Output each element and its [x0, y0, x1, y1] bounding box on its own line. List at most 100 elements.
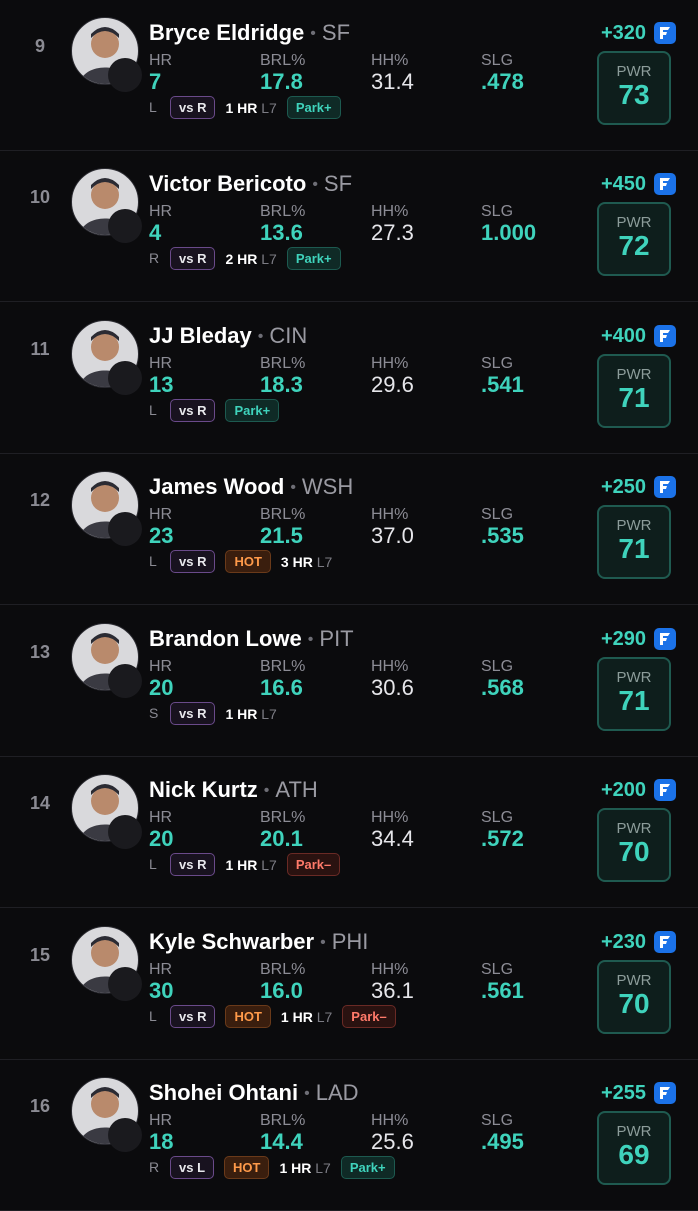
power-score-box: PWR 71	[597, 657, 671, 731]
team-logo-icon	[108, 1118, 142, 1152]
stat-hr-label: HR	[149, 809, 173, 826]
player-row[interactable]: 16 Shohei Ohtani • LAD HR 18 BRL% 14.4 HH% 25.6 SL…	[0, 1060, 698, 1211]
power-score-box: PWR 73	[597, 51, 671, 125]
sportsbook-icon[interactable]	[654, 325, 676, 347]
rank-number: 11	[30, 339, 50, 359]
power-score-box: PWR 69	[597, 1111, 671, 1185]
team-logo-icon	[108, 512, 142, 546]
stat-hr: HR 13	[149, 355, 173, 398]
sportsbook-icon[interactable]	[654, 173, 676, 195]
stat-hr-label: HR	[149, 1112, 173, 1129]
player-name: JJ Bleday	[149, 323, 252, 348]
stat-hh: HH% 27.3	[371, 203, 414, 246]
hr-odds[interactable]: +450	[601, 173, 646, 196]
hr-odds[interactable]: +255	[601, 1082, 646, 1105]
stat-brl: BRL% 21.5	[260, 506, 305, 549]
sportsbook-icon[interactable]	[654, 476, 676, 498]
stat-hh-label: HH%	[371, 658, 409, 675]
sportsbook-icon[interactable]	[654, 931, 676, 953]
power-score-label: PWR	[616, 669, 652, 686]
stat-slg-value: .541	[481, 372, 524, 397]
tag-line: vs R HOT 3 HR L7	[170, 550, 332, 573]
stat-hr: HR 20	[149, 658, 173, 701]
stat-slg-label: SLG	[481, 1112, 514, 1129]
player-row[interactable]: 13 Brandon Lowe • PIT HR 20 BRL% 16.6 HH% 30.6 SLG…	[0, 606, 698, 757]
player-name: Nick Kurtz	[149, 777, 258, 802]
team-logo-icon	[108, 58, 142, 92]
stat-hr-label: HR	[149, 961, 173, 978]
stat-hh-value: 29.6	[371, 372, 414, 397]
hr-odds[interactable]: +230	[601, 931, 646, 954]
sportsbook-icon[interactable]	[654, 22, 676, 44]
player-row[interactable]: 15 Kyle Schwarber • PHI HR 30 BRL% 16.0 HH% 36.1 S…	[0, 909, 698, 1060]
last-7-hr-count: 1 HR	[225, 99, 258, 116]
stat-slg: SLG .561	[481, 961, 524, 1004]
stat-hr-value: 20	[149, 826, 174, 851]
power-score-value: 73	[618, 79, 650, 110]
player-row[interactable]: 12 James Wood • WSH HR 23 BRL% 21.5 HH% 37.0 SLG .5…	[0, 454, 698, 605]
hr-odds[interactable]: +250	[601, 476, 646, 499]
stat-slg-value: .495	[481, 1129, 524, 1154]
stat-brl: BRL% 18.3	[260, 355, 305, 398]
power-score-label: PWR	[616, 1123, 652, 1140]
matchup-pill: vs R	[170, 1005, 216, 1028]
player-row[interactable]: 10 Victor Bericoto • SF HR 4 BRL% 13.6 HH% 27.3 SL…	[0, 151, 698, 302]
stat-hh-label: HH%	[371, 355, 409, 372]
stat-slg-label: SLG	[481, 355, 514, 372]
matchup-pill: vs R	[170, 399, 216, 422]
hot-badge: HOT	[225, 1005, 271, 1028]
sportsbook-icon[interactable]	[654, 779, 676, 801]
team-abbr: SF	[323, 171, 353, 196]
stat-hh-label: HH%	[371, 809, 409, 826]
player-name-line[interactable]: Brandon Lowe • PIT	[149, 626, 354, 652]
player-row[interactable]: 9 Bryce Eldridge • SF HR 7 BRL% 17.8 HH% 31.4 SLG.…	[0, 0, 698, 151]
player-name-line[interactable]: Nick Kurtz • ATH	[149, 777, 318, 803]
stat-hh-value: 36.1	[371, 978, 414, 1003]
power-score-label: PWR	[616, 820, 652, 837]
power-score-label: PWR	[616, 972, 652, 989]
tag-line: vs R 1 HR L7 Park+	[170, 96, 341, 119]
last-7-hr-count: 1 HR	[279, 1159, 312, 1176]
team-abbr: ATH	[275, 777, 318, 802]
team-abbr: PIT	[319, 626, 354, 651]
matchup-pill: vs R	[170, 550, 216, 573]
power-score-label: PWR	[616, 517, 652, 534]
player-name-line[interactable]: Victor Bericoto • SF	[149, 171, 352, 197]
player-row[interactable]: 11 JJ Bleday • CIN HR 13 BRL% 18.3 HH% 29.6 SLG .54…	[0, 303, 698, 454]
hr-odds[interactable]: +400	[601, 325, 646, 348]
player-name-line[interactable]: Kyle Schwarber • PHI	[149, 929, 368, 955]
player-name-line[interactable]: Bryce Eldridge • SF	[149, 20, 350, 46]
player-name-line[interactable]: Shohei Ohtani • LAD	[149, 1080, 359, 1106]
tag-line: vs R HOT 1 HR L7 Park–	[170, 1005, 396, 1028]
hot-badge: HOT	[224, 1156, 270, 1179]
stat-hr-label: HR	[149, 658, 173, 675]
stat-hh-value: 25.6	[371, 1129, 414, 1154]
hr-odds[interactable]: +320	[601, 22, 646, 45]
matchup-pill: vs R	[170, 96, 216, 119]
team-logo-icon	[108, 967, 142, 1001]
player-row[interactable]: 14 Nick Kurtz • ATH HR 20 BRL% 20.1 HH% 34.4 SLG .5…	[0, 757, 698, 908]
stat-hh-label: HH%	[371, 506, 409, 523]
sportsbook-icon[interactable]	[654, 628, 676, 650]
stat-brl-value: 17.8	[260, 69, 303, 94]
separator-dot: •	[320, 934, 326, 952]
stat-slg: SLG .541	[481, 355, 524, 398]
batter-hand: L	[149, 99, 157, 115]
player-name-line[interactable]: James Wood • WSH	[149, 474, 353, 500]
last-7-label: L7	[261, 856, 277, 873]
stat-hr-value: 23	[149, 523, 174, 548]
power-score-box: PWR 71	[597, 354, 671, 428]
hr-odds[interactable]: +290	[601, 628, 646, 651]
player-name-line[interactable]: JJ Bleday • CIN	[149, 323, 307, 349]
team-abbr: PHI	[331, 929, 369, 954]
stat-hr: HR 30	[149, 961, 173, 1004]
team-logo-icon	[108, 815, 142, 849]
sportsbook-icon[interactable]	[654, 1082, 676, 1104]
player-name: James Wood	[149, 474, 285, 499]
power-score-box: PWR 70	[597, 960, 671, 1034]
hr-odds[interactable]: +200	[601, 779, 646, 802]
stat-brl-label: BRL%	[260, 1112, 306, 1129]
park-factor-badge: Park+	[340, 1156, 395, 1179]
last-7-hr-count: 1 HR	[225, 705, 258, 722]
separator-dot: •	[263, 782, 270, 800]
